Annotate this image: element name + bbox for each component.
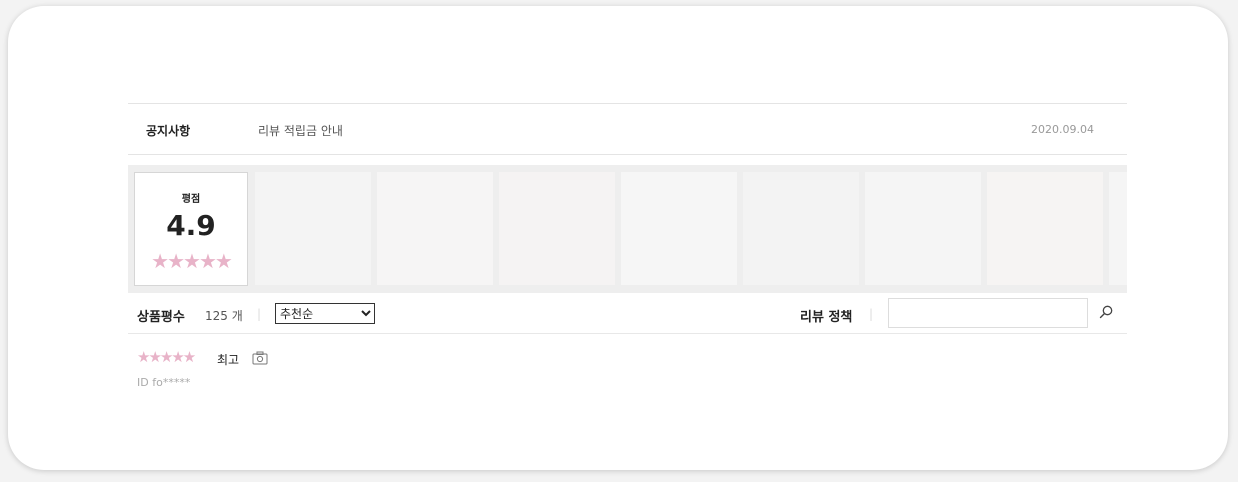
average-score-box: 평점 4.9 ★★★★★ <box>134 172 248 286</box>
notice-label: 공지사항 <box>146 124 191 138</box>
review-photo-thumbnail[interactable] <box>1109 172 1127 285</box>
search-icon[interactable] <box>1098 304 1114 320</box>
review-policy-link[interactable]: 리뷰 정책 <box>800 306 852 325</box>
divider: | <box>257 307 262 321</box>
sort-select[interactable]: 추천순 <box>275 303 375 324</box>
notice-row[interactable]: 공지사항 리뷰 적립금 안내 2020.09.04 <box>128 103 1127 155</box>
review-photo-thumbnail[interactable] <box>865 172 981 285</box>
camera-icon <box>252 351 268 365</box>
average-star-rating: ★★★★★ <box>151 249 233 273</box>
review-search-input[interactable] <box>888 298 1088 328</box>
notice-title-link[interactable]: 리뷰 적립금 안내 <box>258 122 343 139</box>
review-photo-thumbnail[interactable] <box>377 172 493 285</box>
review-photo-thumbnail[interactable] <box>255 172 371 285</box>
notice-date: 2020.09.04 <box>1031 123 1094 136</box>
review-photo-thumbnail[interactable] <box>499 172 615 285</box>
review-photo-thumbnail[interactable] <box>743 172 859 285</box>
review-star-rating: ★★★★★ <box>137 348 196 366</box>
review-headline: 최고 <box>217 353 240 367</box>
review-photo-gallery <box>255 172 1127 285</box>
review-count-label: 상품평수 <box>137 310 185 325</box>
average-score: 4.9 <box>166 209 216 242</box>
review-count-value: 125 개 <box>205 309 243 323</box>
review-photo-thumbnail[interactable] <box>621 172 737 285</box>
review-widget-card: 공지사항 리뷰 적립금 안내 2020.09.04 평점 4.9 ★★★★★ 상… <box>8 6 1228 470</box>
review-section: 공지사항 리뷰 적립금 안내 2020.09.04 평점 4.9 ★★★★★ 상… <box>128 103 1127 404</box>
rating-summary-band: 평점 4.9 ★★★★★ <box>128 165 1127 293</box>
review-photo-thumbnail[interactable] <box>987 172 1103 285</box>
score-label: 평점 <box>181 194 201 205</box>
divider: | <box>869 307 874 321</box>
reviewer-id: ID fo***** <box>137 376 191 389</box>
review-item: ★★★★★ 최고 ID fo***** <box>128 334 1127 404</box>
review-filter-bar: 상품평수 125 개 | 추천순 리뷰 정책 | <box>128 293 1127 334</box>
